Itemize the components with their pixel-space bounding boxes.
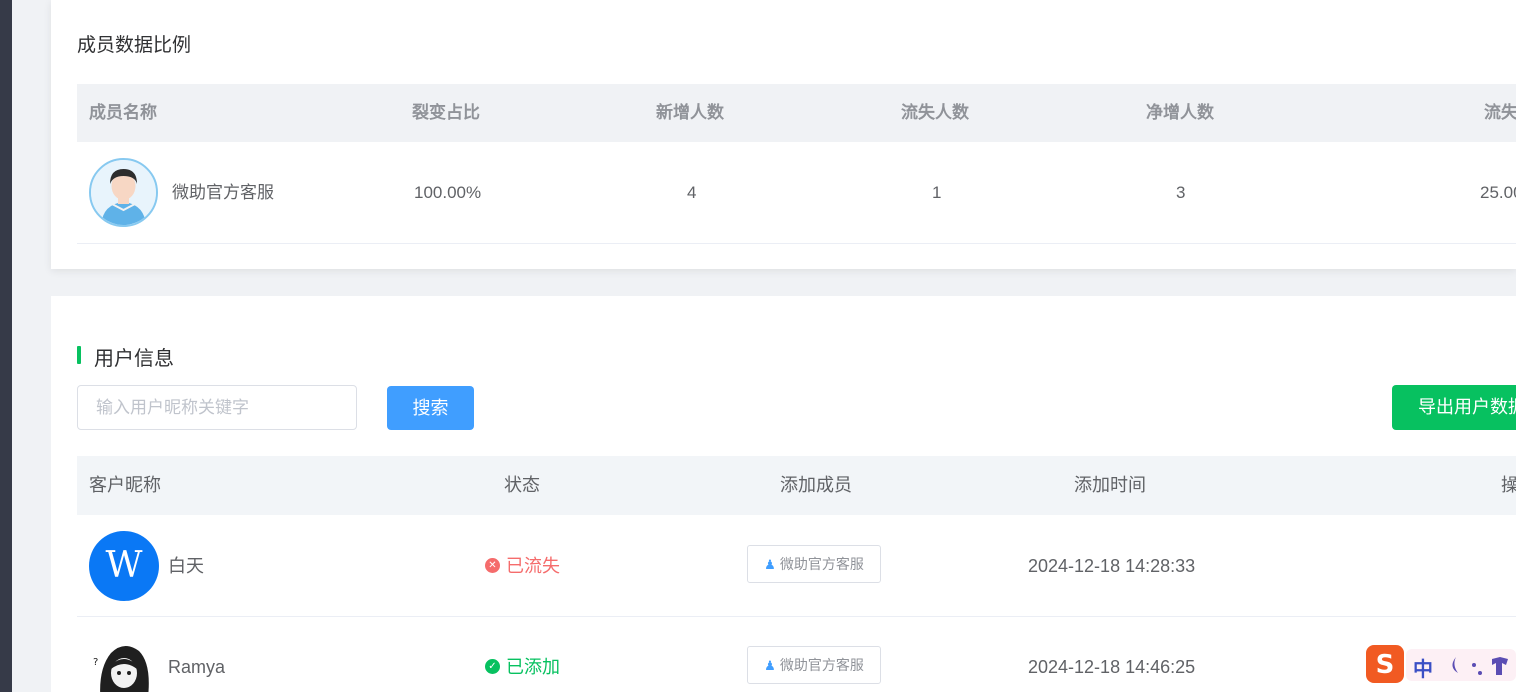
member-ratio-row: 微助官方客服 100.00% 4 1 3 25.00 [77, 142, 1516, 244]
export-user-data-button[interactable]: 导出用户数据 [1392, 385, 1516, 430]
member-lost-count: 1 [932, 183, 942, 202]
sidebar-edge [0, 0, 12, 692]
status-label: 已流失 [506, 556, 560, 576]
search-button[interactable]: 搜索 [387, 386, 474, 430]
member-tag[interactable]: ♟ 微助官方客服 [747, 646, 881, 684]
user-info-title: 用户信息 [94, 348, 174, 370]
customer-avatar: ? [89, 635, 159, 692]
user-info-card: 用户信息 搜索 导出用户数据 客户昵称 状态 添加成员 添加时间 操 W 白天 … [51, 296, 1516, 692]
member-tag-label: 微助官方客服 [779, 657, 864, 673]
member-ratio-title: 成员数据比例 [77, 35, 192, 56]
status-badge: ✕ 已流失 [485, 516, 560, 616]
col-fission-ratio: 裂变占比 [412, 103, 480, 122]
member-ratio-value: 100.00% [414, 183, 482, 202]
col-added-member: 添加成员 [780, 475, 852, 495]
col-lost-rate: 流失 [1484, 103, 1516, 122]
col-added-time: 添加时间 [1074, 475, 1146, 495]
title-accent-bar [77, 346, 81, 364]
member-ratio-card: 成员数据比例 成员名称 裂变占比 新增人数 流失人数 净增人数 流失 微助官方客… [51, 0, 1516, 269]
lost-icon: ✕ [485, 557, 500, 573]
ime-toolbar[interactable]: S 中 [1366, 645, 1516, 685]
col-customer-nickname: 客户昵称 [89, 475, 161, 495]
col-new-count: 新增人数 [656, 103, 724, 122]
status-badge: ✓ 已添加 [485, 617, 560, 692]
status-label: 已添加 [506, 657, 560, 677]
user-table-header: 客户昵称 状态 添加成员 添加时间 操 [77, 456, 1516, 515]
member-tag-label: 微助官方客服 [779, 556, 864, 572]
ime-mode-label: 中 [1413, 659, 1433, 681]
col-member-name: 成员名称 [89, 103, 157, 122]
check-icon: ✓ [485, 658, 500, 674]
member-net-count: 3 [1176, 183, 1186, 202]
member-new-count: 4 [687, 183, 697, 202]
user-icon: ♟ [764, 658, 776, 673]
customer-avatar: W [89, 531, 159, 601]
added-time: 2024-12-18 14:28:33 [1028, 556, 1196, 576]
svg-text:?: ? [93, 657, 98, 668]
table-row: ? Ramya ✓ 已添加 ♟ 微助官方客服 2024-12-18 14:46:25 [77, 617, 1516, 692]
col-lost-count: 流失人数 [901, 103, 969, 122]
col-status: 状态 [504, 475, 540, 495]
member-name: 微助官方客服 [172, 183, 274, 202]
customer-nickname: Ramya [168, 657, 226, 677]
member-lost-rate: 25.00 [1480, 183, 1516, 202]
customer-nickname: 白天 [168, 556, 204, 576]
added-time: 2024-12-18 14:46:25 [1028, 657, 1196, 677]
col-actions: 操 [1501, 475, 1516, 495]
member-avatar [89, 158, 158, 227]
nickname-search-input[interactable] [77, 385, 357, 430]
table-row: W 白天 ✕ 已流失 ♟ 微助官方客服 2024-12-18 14:28:33 [77, 516, 1516, 617]
user-icon: ♟ [764, 557, 776, 572]
svg-text:S: S [1376, 650, 1395, 680]
col-net-count: 净增人数 [1146, 103, 1214, 122]
member-ratio-table-header: 成员名称 裂变占比 新增人数 流失人数 净增人数 流失 [77, 84, 1516, 142]
member-tag[interactable]: ♟ 微助官方客服 [747, 545, 881, 583]
